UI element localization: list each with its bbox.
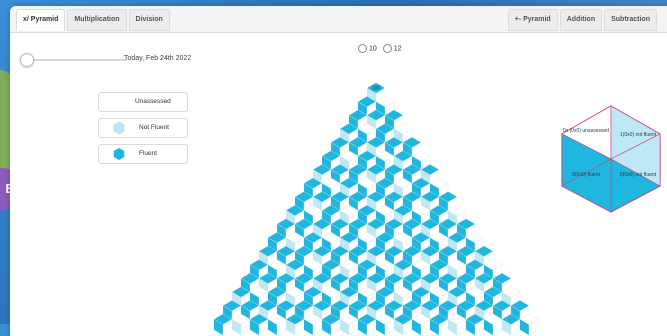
selected-cell-hexagon: 0x (0x0) unassessed 1(0x0) not fluent 0(…	[561, 105, 661, 213]
hex-card-top-left: 0x (0x0) unassessed	[563, 128, 609, 134]
app-window: x/ Pyramid Multiplication Division +- Pyra…	[10, 6, 667, 336]
hex-card-bottom-left: 0(0x0) fluent	[572, 172, 600, 178]
hex-card-top-right: 1(0x0) not fluent	[620, 132, 657, 138]
pyramid-top-value: 100	[372, 86, 381, 92]
hex-card-bottom-right: 0(0x0) not fluent	[620, 172, 657, 178]
